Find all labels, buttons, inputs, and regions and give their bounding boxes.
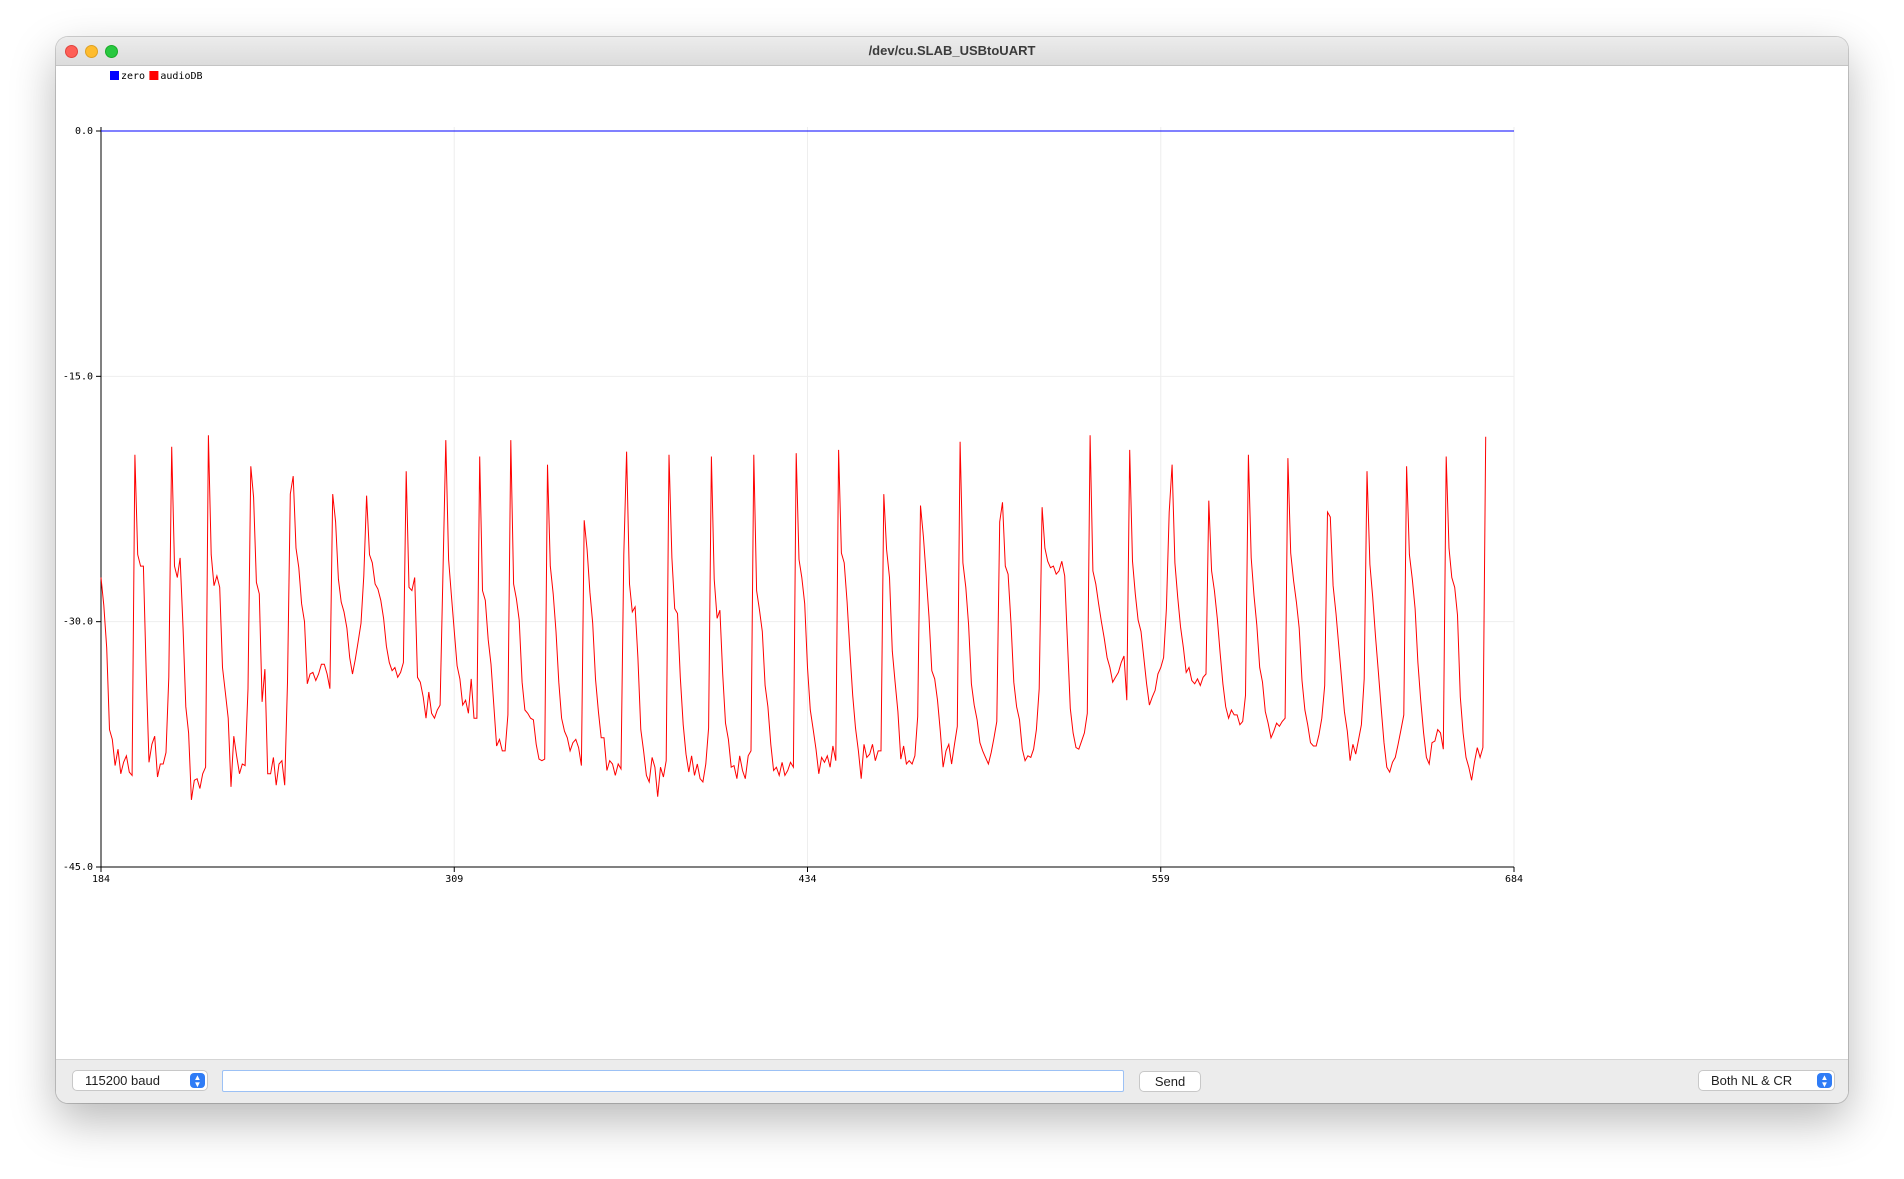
- send-button[interactable]: Send: [1139, 1071, 1201, 1092]
- legend-label-zero: zero: [121, 71, 145, 82]
- legend-swatch-audioDB: [149, 71, 159, 80]
- legend-swatch-zero: [110, 71, 119, 80]
- x-tick-label: 684: [1505, 874, 1523, 885]
- serial-message-input[interactable]: [222, 1070, 1124, 1092]
- plot-area: zero audioDB 0.0 -15.0 -30.0 -45.0 184 309 434…: [56, 66, 1848, 1059]
- legend-label-audioDB: audioDB: [160, 71, 202, 82]
- y-axis-ticks: 0.0 -15.0 -30.0 -45.0: [63, 126, 101, 873]
- legend: zero audioDB: [110, 71, 203, 82]
- baud-rate-label: 115200 baud: [85, 1073, 160, 1088]
- x-axis-ticks: 184 309 434 559 684: [92, 867, 1523, 885]
- up-down-arrows-icon: ▲ ▼: [190, 1073, 205, 1089]
- x-tick-label: 434: [798, 874, 816, 885]
- baud-rate-select[interactable]: 115200 baud ▲ ▼: [72, 1070, 208, 1091]
- y-tick-label: 0.0: [75, 126, 93, 137]
- bottom-toolbar: 115200 baud ▲ ▼ Send Both NL & CR ▲ ▼: [56, 1059, 1848, 1103]
- serial-plot-chart: zero audioDB 0.0 -15.0 -30.0 -45.0 184 309 434…: [63, 71, 1523, 885]
- y-tick-label: -30.0: [63, 617, 93, 628]
- line-ending-select[interactable]: Both NL & CR ▲ ▼: [1698, 1070, 1835, 1091]
- y-tick-label: -15.0: [63, 371, 93, 382]
- window-title: /dev/cu.SLAB_USBtoUART: [868, 43, 1036, 58]
- x-tick-label: 559: [1152, 874, 1170, 885]
- y-tick-label: -45.0: [63, 862, 93, 873]
- up-down-arrows-icon: ▲ ▼: [1817, 1073, 1832, 1089]
- grid-lines: [101, 127, 1515, 868]
- x-tick-label: 184: [92, 874, 110, 885]
- line-ending-label: Both NL & CR: [1711, 1073, 1793, 1088]
- serial-plotter-window: /dev/cu.SLAB_USBtoUART zero audioDB 0.0 -1…: [56, 37, 1848, 1103]
- series-line-audioDB: [100, 435, 1487, 800]
- title-bar[interactable]: /dev/cu.SLAB_USBtoUART: [56, 37, 1848, 66]
- x-tick-label: 309: [445, 874, 463, 885]
